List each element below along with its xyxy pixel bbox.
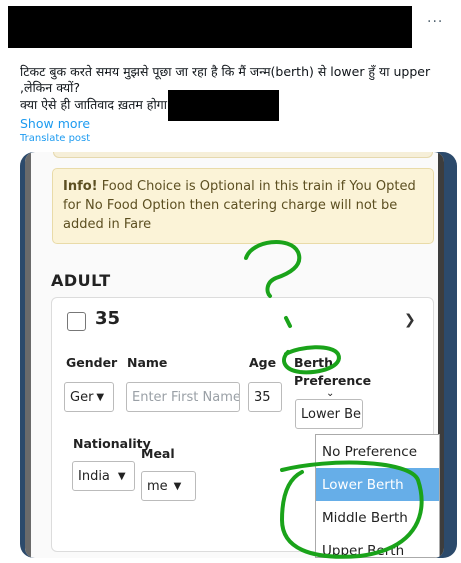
berth-dropdown-list: No Preference Lower Berth Middle Berth U… (315, 434, 440, 558)
screen-left-edge (25, 152, 31, 558)
redacted-author-bar (8, 6, 412, 48)
meal-caret-icon: ▼ (173, 480, 182, 492)
berth-label: Berth (294, 355, 334, 370)
name-input[interactable]: Enter First Name (126, 382, 240, 412)
preference-label: Preference (294, 373, 372, 388)
show-more-link[interactable]: Show more (20, 116, 90, 131)
collapse-chevron-icon[interactable]: ❯ (404, 312, 416, 328)
berth-select[interactable]: Lower Be (295, 399, 363, 429)
more-options-icon[interactable]: ··· (427, 14, 443, 30)
post-text-line-2: क्या ऐसे ही जातिवाद ख़तम होगा (20, 97, 167, 112)
berth-caret-icon: ⌄ (326, 388, 335, 399)
section-title-adult: ADULT (51, 271, 111, 290)
meal-label: Meal (141, 446, 175, 461)
nationality-label: Nationality (73, 436, 151, 451)
meal-select[interactable]: me ▼ (141, 471, 196, 501)
passenger-number: 35 (95, 308, 121, 329)
age-value: 35 (254, 389, 271, 405)
info-text: Food Choice is Optional in this train if… (63, 179, 416, 232)
post-media-image[interactable]: Info! Food Choice is Optional in this tr… (20, 152, 457, 558)
berth-option-middle[interactable]: Middle Berth (316, 501, 439, 534)
previous-card-edge (53, 152, 433, 158)
gender-select[interactable]: Ger ▼ (64, 382, 114, 412)
nationality-select[interactable]: India ▼ (72, 461, 135, 491)
name-placeholder: Enter First Name (132, 389, 240, 405)
info-label: Info! (63, 179, 98, 194)
booking-screen: Info! Food Choice is Optional in this tr… (25, 152, 444, 558)
gender-caret-icon: ▼ (96, 391, 105, 403)
passenger-checkbox[interactable] (67, 312, 86, 331)
age-input[interactable]: 35 (248, 382, 282, 412)
berth-option-upper[interactable]: Upper Berth (316, 534, 439, 559)
berth-option-lower[interactable]: Lower Berth (316, 468, 439, 501)
gender-value: Ger (70, 389, 94, 405)
redacted-text-block (168, 90, 279, 121)
food-info-alert: Info! Food Choice is Optional in this tr… (52, 168, 434, 244)
berth-value: Lower Be (301, 406, 361, 422)
age-label: Age (249, 355, 277, 370)
nationality-caret-icon: ▼ (117, 470, 126, 482)
name-label: Name (127, 355, 168, 370)
translate-post-link[interactable]: Translate post (20, 133, 90, 144)
nationality-value: India (78, 468, 110, 484)
berth-option-no-preference[interactable]: No Preference (316, 435, 439, 468)
gender-label: Gender (66, 355, 118, 370)
meal-value: me (147, 478, 168, 494)
